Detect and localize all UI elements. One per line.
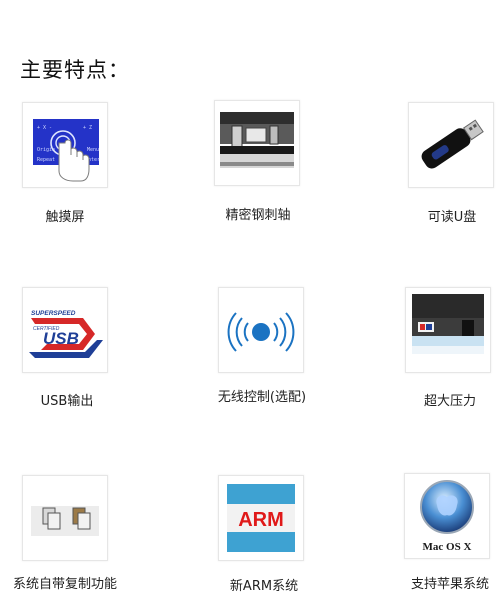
feature-label-wireless: 无线控制(选配) <box>217 390 307 405</box>
touchscreen-icon: + X - + Z Origin Menu Repeat Enter <box>33 119 100 182</box>
arm-logo-text: ARM <box>238 509 284 531</box>
mac-logo-text: Mac OS X <box>423 541 472 553</box>
arm-chip-icon: ARM <box>227 484 295 552</box>
usb-logo-text: USB <box>43 329 79 348</box>
feature-card-usb-drive <box>408 102 494 188</box>
feature-label-usb-drive: 可读U盘 <box>427 210 477 225</box>
feature-card-wireless <box>218 287 304 373</box>
feature-label-arm: 新ARM系统 <box>229 579 299 594</box>
steel-roller-icon <box>220 112 294 168</box>
feature-label-pressure: 超大压力 <box>423 394 477 409</box>
svg-text:+ Z: + Z <box>83 125 92 131</box>
svg-text:+ X -: + X - <box>37 125 52 131</box>
touch-word-repeat: Repeat <box>37 157 55 163</box>
touch-word-menu: Menu <box>87 147 99 153</box>
feature-card-usb-output: SUPERSPEED CERTIFIED USB <box>22 287 108 373</box>
feature-label-touchscreen: 触摸屏 <box>45 210 85 225</box>
usb-superspeed-text: SUPERSPEED <box>31 310 76 317</box>
usb-drive-icon <box>421 119 484 169</box>
superspeed-usb-icon: SUPERSPEED CERTIFIED USB <box>29 310 103 358</box>
mac-os-x-icon: Mac OS X <box>412 480 482 553</box>
feature-label-mac: 支持苹果系统 <box>410 577 490 592</box>
pressure-icon <box>412 294 484 354</box>
feature-label-copy: 系统自带复制功能 <box>12 577 118 592</box>
feature-card-arm: ARM <box>218 475 304 561</box>
feature-label-usb-output: USB输出 <box>40 394 94 409</box>
feature-card-touchscreen: + X - + Z Origin Menu Repeat Enter <box>22 102 108 188</box>
feature-card-mac: Mac OS X <box>404 473 490 559</box>
copy-icon <box>31 506 99 536</box>
feature-card-pressure <box>405 287 491 373</box>
page-title: 主要特点： <box>20 58 130 82</box>
wireless-icon <box>227 312 295 352</box>
feature-card-steel-roller <box>214 100 300 186</box>
feature-card-copy <box>22 475 108 561</box>
feature-label-steel-roller: 精密钢刺轴 <box>225 208 291 223</box>
